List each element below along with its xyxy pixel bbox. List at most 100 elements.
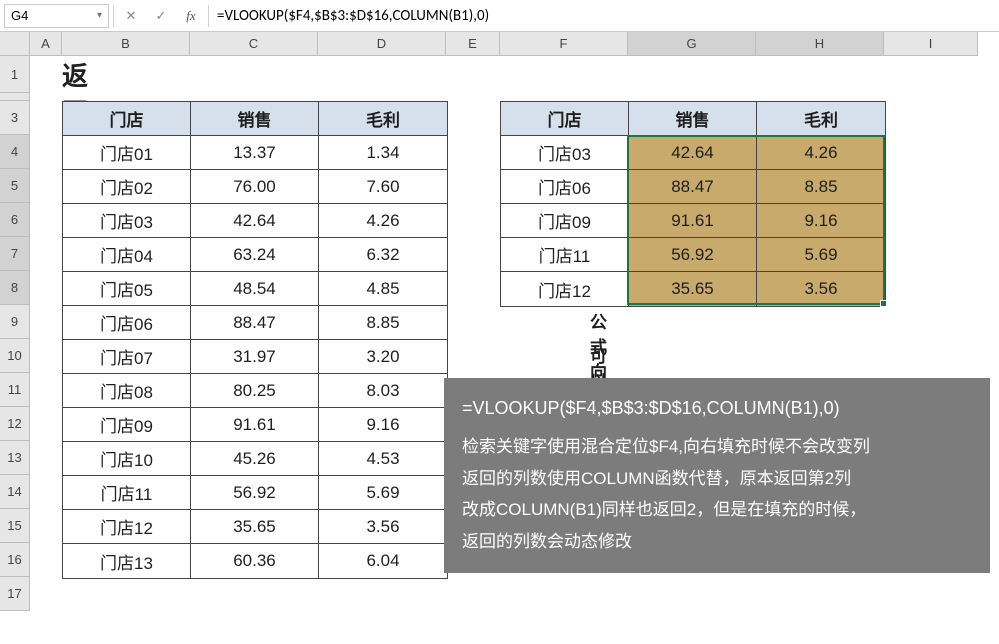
callout-line-4: 返回的列数会动态修改 [462,526,972,557]
row-header-8[interactable]: 8 [0,271,30,305]
table1-cell[interactable]: 8.03 [319,374,447,408]
table2-cell[interactable]: 56.92 [629,238,757,272]
table2-cell[interactable]: 42.64 [629,136,757,170]
row-header-12[interactable]: 12 [0,407,30,441]
table1-cell[interactable]: 8.85 [319,306,447,340]
table1-header[interactable]: 门店 [63,102,191,136]
table1-cell[interactable]: 48.54 [191,272,319,306]
table2-cell[interactable]: 88.47 [629,170,757,204]
col-header-G[interactable]: G [628,32,756,56]
table1-cell[interactable]: 门店12 [63,510,191,544]
table1-cell[interactable]: 门店05 [63,272,191,306]
table2-header[interactable]: 销售 [629,102,757,136]
table1-cell[interactable]: 5.69 [319,476,447,510]
row-header-11[interactable]: 11 [0,373,30,407]
col-header-D[interactable]: D [318,32,446,56]
col-header-F[interactable]: F [500,32,628,56]
row-header-16[interactable]: 16 [0,543,30,577]
table2-cell[interactable]: 35.65 [629,272,757,306]
table1-cell[interactable]: 60.36 [191,544,319,578]
row-header-17[interactable]: 17 [0,577,30,611]
table1-cell[interactable]: 13.37 [191,136,319,170]
table1-cell[interactable]: 门店09 [63,408,191,442]
formula-bar: G4 ▾ ✕ ✓ fx [0,0,999,32]
table1-cell[interactable]: 42.64 [191,204,319,238]
callout-line-2: 返回的列数使用COLUMN函数代替，原本返回第2列 [462,463,972,494]
table1-cell[interactable]: 门店01 [63,136,191,170]
table1-cell[interactable]: 80.25 [191,374,319,408]
row-header-13[interactable]: 13 [0,441,30,475]
table1-cell[interactable]: 4.53 [319,442,447,476]
callout-line-1: 检索关键字使用混合定位$F4,向右填充时候不会改变列 [462,431,972,462]
cancel-icon[interactable]: ✕ [118,4,144,28]
name-box-value: G4 [11,8,28,23]
col-header-A[interactable]: A [30,32,62,56]
table1-cell[interactable]: 56.92 [191,476,319,510]
table2-cell[interactable]: 9.16 [757,204,885,238]
table2-cell[interactable]: 5.69 [757,238,885,272]
table1-cell[interactable]: 4.26 [319,204,447,238]
table1-cell[interactable]: 1.34 [319,136,447,170]
table1-cell[interactable]: 91.61 [191,408,319,442]
row-header-1[interactable]: 1 [0,56,30,93]
table1-cell[interactable]: 门店10 [63,442,191,476]
table1-cell[interactable]: 3.20 [319,340,447,374]
table1-cell[interactable]: 63.24 [191,238,319,272]
row-header-6[interactable]: 6 [0,203,30,237]
table1-cell[interactable]: 门店08 [63,374,191,408]
table1-cell[interactable]: 7.60 [319,170,447,204]
name-box[interactable]: G4 ▾ [4,4,109,28]
table1-cell[interactable]: 9.16 [319,408,447,442]
confirm-icon[interactable]: ✓ [148,4,174,28]
table1-cell[interactable]: 31.97 [191,340,319,374]
table1-cell[interactable]: 门店03 [63,204,191,238]
table2-header[interactable]: 门店 [501,102,629,136]
callout-formula: =VLOOKUP($F4,$B$3:$D$16,COLUMN(B1),0) [462,392,972,425]
row-header-2[interactable] [0,93,30,101]
table1-cell[interactable]: 门店07 [63,340,191,374]
table1-cell[interactable]: 门店04 [63,238,191,272]
source-table: 门店销售毛利门店0113.371.34 门店0276.007.60 门店0342.6… [62,101,448,579]
row-header-14[interactable]: 14 [0,475,30,509]
table2-cell[interactable]: 门店09 [501,204,629,238]
chevron-down-icon[interactable]: ▾ [97,10,102,21]
row-header-4[interactable]: 4 [0,135,30,169]
table1-cell[interactable]: 6.04 [319,544,447,578]
table1-cell[interactable]: 35.65 [191,510,319,544]
table1-cell[interactable]: 6.32 [319,238,447,272]
table2-cell[interactable]: 3.56 [757,272,885,306]
row-header-9[interactable]: 9 [0,305,30,339]
formula-input[interactable] [213,4,995,28]
table2-cell[interactable]: 门店11 [501,238,629,272]
row-header-5[interactable]: 5 [0,169,30,203]
row-header-3[interactable]: 3 [0,101,30,135]
col-header-C[interactable]: C [190,32,318,56]
table1-cell[interactable]: 88.47 [191,306,319,340]
table1-header[interactable]: 毛利 [319,102,447,136]
table2-cell[interactable]: 8.85 [757,170,885,204]
row-header-10[interactable]: 10 [0,339,30,373]
col-header-E[interactable]: E [446,32,500,56]
table1-cell[interactable]: 门店13 [63,544,191,578]
table2-cell[interactable]: 4.26 [757,136,885,170]
table2-cell[interactable]: 门店03 [501,136,629,170]
select-all-corner[interactable] [0,32,30,56]
table2-cell[interactable]: 门店06 [501,170,629,204]
col-header-H[interactable]: H [756,32,884,56]
row-header-15[interactable]: 15 [0,509,30,543]
table2-cell[interactable]: 门店12 [501,272,629,306]
fx-icon[interactable]: fx [178,8,204,24]
table1-cell[interactable]: 45.26 [191,442,319,476]
table1-cell[interactable]: 门店06 [63,306,191,340]
table1-cell[interactable]: 门店02 [63,170,191,204]
table2-header[interactable]: 毛利 [757,102,885,136]
table1-cell[interactable]: 3.56 [319,510,447,544]
table1-cell[interactable]: 门店11 [63,476,191,510]
col-header-B[interactable]: B [62,32,190,56]
row-header-7[interactable]: 7 [0,237,30,271]
table1-header[interactable]: 销售 [191,102,319,136]
col-header-I[interactable]: I [884,32,978,56]
table1-cell[interactable]: 4.85 [319,272,447,306]
table1-cell[interactable]: 76.00 [191,170,319,204]
table2-cell[interactable]: 91.61 [629,204,757,238]
